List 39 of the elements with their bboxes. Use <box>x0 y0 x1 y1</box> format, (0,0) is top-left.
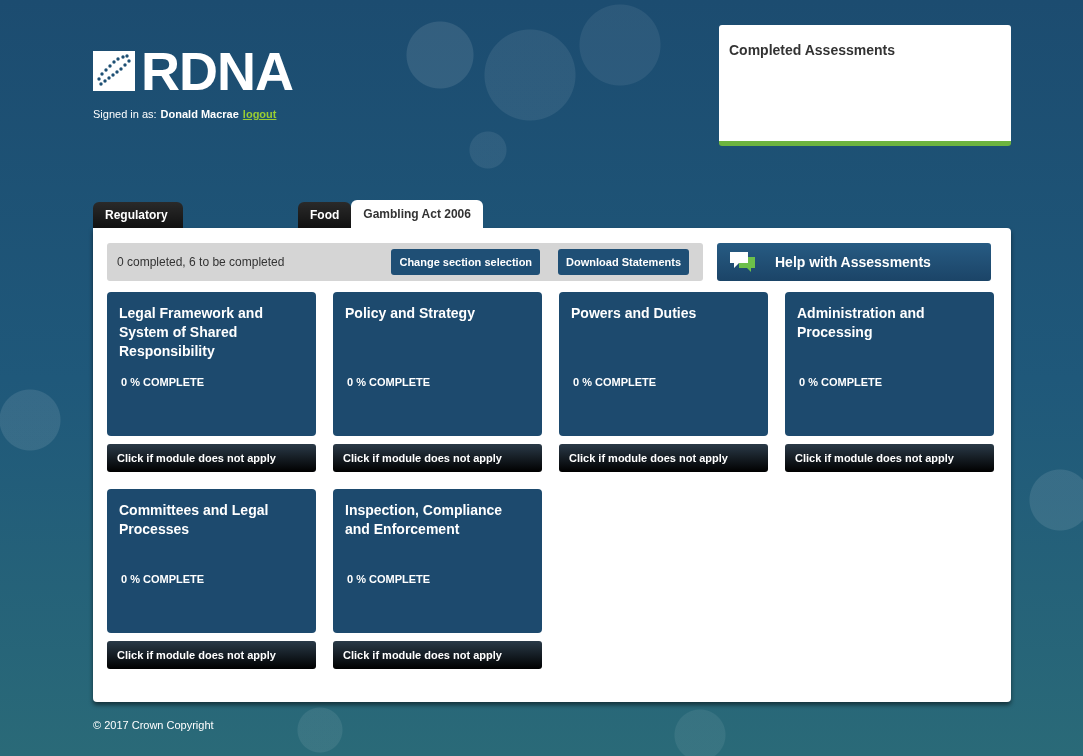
not-apply-button[interactable]: Click if module does not apply <box>107 444 316 472</box>
not-apply-button[interactable]: Click if module does not apply <box>559 444 768 472</box>
not-apply-button[interactable]: Click if module does not apply <box>333 444 542 472</box>
not-apply-button[interactable]: Click if module does not apply <box>333 641 542 669</box>
copyright: © 2017 Crown Copyright <box>93 719 215 731</box>
completion-text: 0 % COMPLETE <box>347 573 432 585</box>
module-card[interactable]: Administration and Processing 0 % COMPLETE <box>785 292 994 436</box>
tab[interactable]: Food <box>298 202 352 228</box>
not-apply-button[interactable]: Click if module does not apply <box>107 641 316 669</box>
module-title: Powers and Duties <box>571 304 698 323</box>
logo-text: RDNA <box>141 47 293 95</box>
module-title: Legal Framework and System of Shared Responsibility <box>119 304 264 361</box>
logo-icon <box>93 51 135 91</box>
module-title: Inspection, Compliance and Enforcement <box>345 501 504 539</box>
tab[interactable]: Gambling Act 2006 <box>351 200 483 228</box>
help-button[interactable]: Help with Assessments <box>717 243 991 281</box>
completion-text: 0 % COMPLETE <box>121 376 206 388</box>
module-title: Committees and Legal Processes <box>119 501 270 539</box>
not-apply-button[interactable]: Click if module does not apply <box>785 444 994 472</box>
module-title: Policy and Strategy <box>345 304 476 323</box>
module-card[interactable]: Policy and Strategy 0 % COMPLETE <box>333 292 542 436</box>
logout-link[interactable]: logout <box>242 108 277 120</box>
completion-text: 0 % COMPLETE <box>573 376 658 388</box>
signed-in-label: Signed in as: <box>93 108 157 120</box>
module-card[interactable]: Committees and Legal Processes 0 % COMPLETE <box>107 489 316 633</box>
completion-summary: 0 completed, 6 to be completed <box>117 255 285 269</box>
module-card[interactable]: Powers and Duties 0 % COMPLETE <box>559 292 768 436</box>
module-card[interactable]: Inspection, Compliance and Enforcement 0 % COMPLETE <box>333 489 542 633</box>
user-name: Donald Macrae <box>160 108 239 120</box>
module-card[interactable]: Legal Framework and System of Shared Responsibility 0 % COMPLETE <box>107 292 316 436</box>
completed-assessments-title: Completed Assessments <box>729 42 895 58</box>
action-button[interactable]: Download Statements <box>558 249 689 275</box>
completion-text: 0 % COMPLETE <box>347 376 432 388</box>
action-button[interactable]: Change section selection <box>391 249 541 275</box>
completion-text: 0 % COMPLETE <box>799 376 884 388</box>
module-title: Administration and Processing <box>797 304 926 342</box>
completion-text: 0 % COMPLETE <box>121 573 206 585</box>
chat-bubbles-icon <box>729 251 757 273</box>
tab[interactable]: Regulatory <box>93 202 183 228</box>
